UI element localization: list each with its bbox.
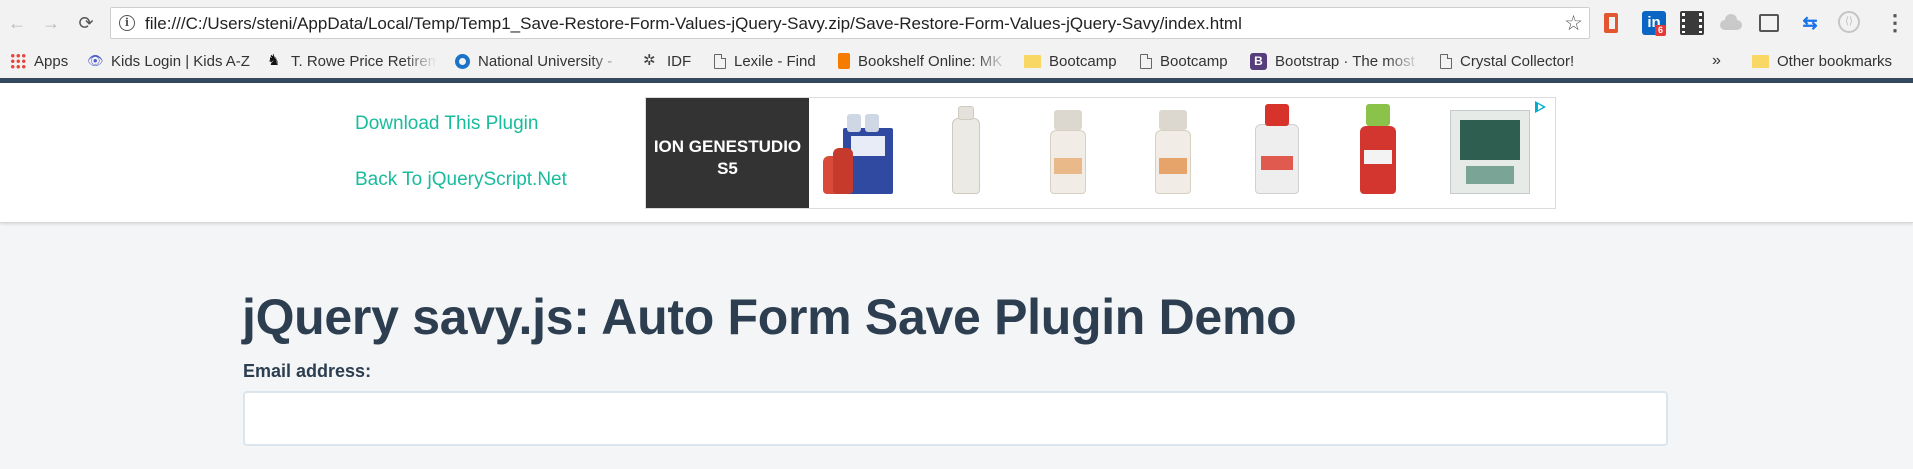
bookmark-label: Bootcamp xyxy=(1049,52,1117,70)
bookmark-label: Apps xyxy=(34,52,69,70)
bookmark-idf[interactable]: ✲ IDF xyxy=(643,50,703,72)
reload-icon[interactable]: ⟳ xyxy=(75,12,97,34)
bookmarks-overflow-chevron[interactable]: » xyxy=(1712,50,1721,72)
folder-icon xyxy=(1024,54,1041,68)
advertisement-banner[interactable]: ION GENESTUDIO S5 xyxy=(645,97,1556,209)
email-label: Email address: xyxy=(243,361,372,381)
screen-capture-extension-icon[interactable] xyxy=(1759,14,1779,32)
nu-circle-icon xyxy=(455,53,470,69)
ad-product-jar xyxy=(1151,110,1195,194)
eye-icon: 👁 xyxy=(87,53,104,68)
browser-toolbar: ← → ⟳ i file:///C:/Users/steni/AppData/L… xyxy=(0,0,1913,45)
ad-product-bottle xyxy=(946,106,986,194)
bookmark-label: Lexile - Find xyxy=(734,52,816,70)
ad-product-kit xyxy=(821,114,901,194)
bookmark-label: T. Rowe Price Retirem xyxy=(291,52,437,70)
bookmark-bookshelf-online[interactable]: Bookshelf Online: MK xyxy=(838,50,1008,72)
bookmark-other[interactable]: Other bookmarks xyxy=(1752,50,1910,72)
download-plugin-link[interactable]: Download This Plugin xyxy=(355,113,538,135)
ad-product-bottle xyxy=(1251,104,1303,194)
site-header: Download This Plugin Back To jQueryScrip… xyxy=(0,83,1913,223)
bookmark-bootstrap[interactable]: B Bootstrap · The most xyxy=(1250,50,1420,72)
apps-grid-icon xyxy=(10,53,26,69)
bookmark-crystal-collector[interactable]: Crystal Collector! xyxy=(1440,50,1590,72)
email-field[interactable] xyxy=(243,391,1668,446)
bookmark-bootcamp-folder[interactable]: Bootcamp xyxy=(1024,50,1124,72)
page-icon xyxy=(714,53,726,69)
bookmark-label: Bootstrap · The most xyxy=(1275,52,1415,70)
ad-product-jar xyxy=(1046,110,1090,194)
bookmark-kids-login[interactable]: 👁 Kids Login | Kids A-Z xyxy=(87,50,257,72)
site-info-icon[interactable]: i xyxy=(119,15,135,31)
address-bar[interactable]: i file:///C:/Users/steni/AppData/Local/T… xyxy=(110,7,1590,39)
bookmark-label: National University - xyxy=(478,52,613,70)
bookmark-label: Other bookmarks xyxy=(1777,52,1893,70)
ad-product-kit xyxy=(1446,110,1536,194)
browser-menu-icon[interactable]: ⋮ xyxy=(1884,11,1906,35)
page-icon xyxy=(1440,53,1452,69)
bookmark-star-icon[interactable]: ☆ xyxy=(1564,11,1583,36)
ad-product-bottle xyxy=(1356,104,1400,194)
forward-arrow-icon[interactable]: → xyxy=(40,12,62,34)
bookmark-national-university[interactable]: National University - xyxy=(455,50,625,72)
bookmark-label: Crystal Collector! xyxy=(1460,52,1575,70)
folder-icon xyxy=(1752,54,1769,68)
bookmark-label: Bootcamp xyxy=(1160,52,1228,70)
ad-brand-panel: ION GENESTUDIO S5 xyxy=(646,98,809,208)
idf-icon: ✲ xyxy=(643,52,656,69)
bookmark-apps[interactable]: Apps xyxy=(10,50,76,72)
film-extension-icon[interactable] xyxy=(1680,11,1704,35)
bookmarks-bar: Apps 👁 Kids Login | Kids A-Z ♞ T. Rowe P… xyxy=(0,45,1913,78)
bookshelf-icon xyxy=(838,53,850,69)
linkedin-extension-icon[interactable]: in 6 xyxy=(1642,11,1667,36)
bookmark-trowe-price[interactable]: ♞ T. Rowe Price Retirem xyxy=(267,50,437,72)
office-extension-icon[interactable] xyxy=(1601,11,1625,35)
back-to-jqueryscript-link[interactable]: Back To jQueryScript.Net xyxy=(355,169,567,191)
bookmark-lexile[interactable]: Lexile - Find xyxy=(714,50,826,72)
trowe-price-icon: ♞ xyxy=(267,52,281,69)
address-bar-url[interactable]: file:///C:/Users/steni/AppData/Local/Tem… xyxy=(145,14,1242,34)
bookmark-label: Kids Login | Kids A-Z xyxy=(111,52,250,70)
bookmark-label: IDF xyxy=(667,52,692,70)
page-title: jQuery savy.js: Auto Form Save Plugin De… xyxy=(242,289,1297,345)
page-icon xyxy=(1140,53,1152,69)
notification-badge: 6 xyxy=(1655,25,1667,36)
code-extension-icon[interactable]: ⟨⟩ xyxy=(1838,11,1860,33)
cloud-extension-icon[interactable] xyxy=(1718,11,1744,35)
arrows-extension-icon[interactable]: ⇆ xyxy=(1798,11,1822,35)
bookmark-bootcamp-page[interactable]: Bootcamp xyxy=(1140,50,1240,72)
bootstrap-icon: B xyxy=(1250,52,1267,70)
back-arrow-icon[interactable]: ← xyxy=(6,12,28,34)
bookmark-label: Bookshelf Online: MK xyxy=(858,52,1003,70)
